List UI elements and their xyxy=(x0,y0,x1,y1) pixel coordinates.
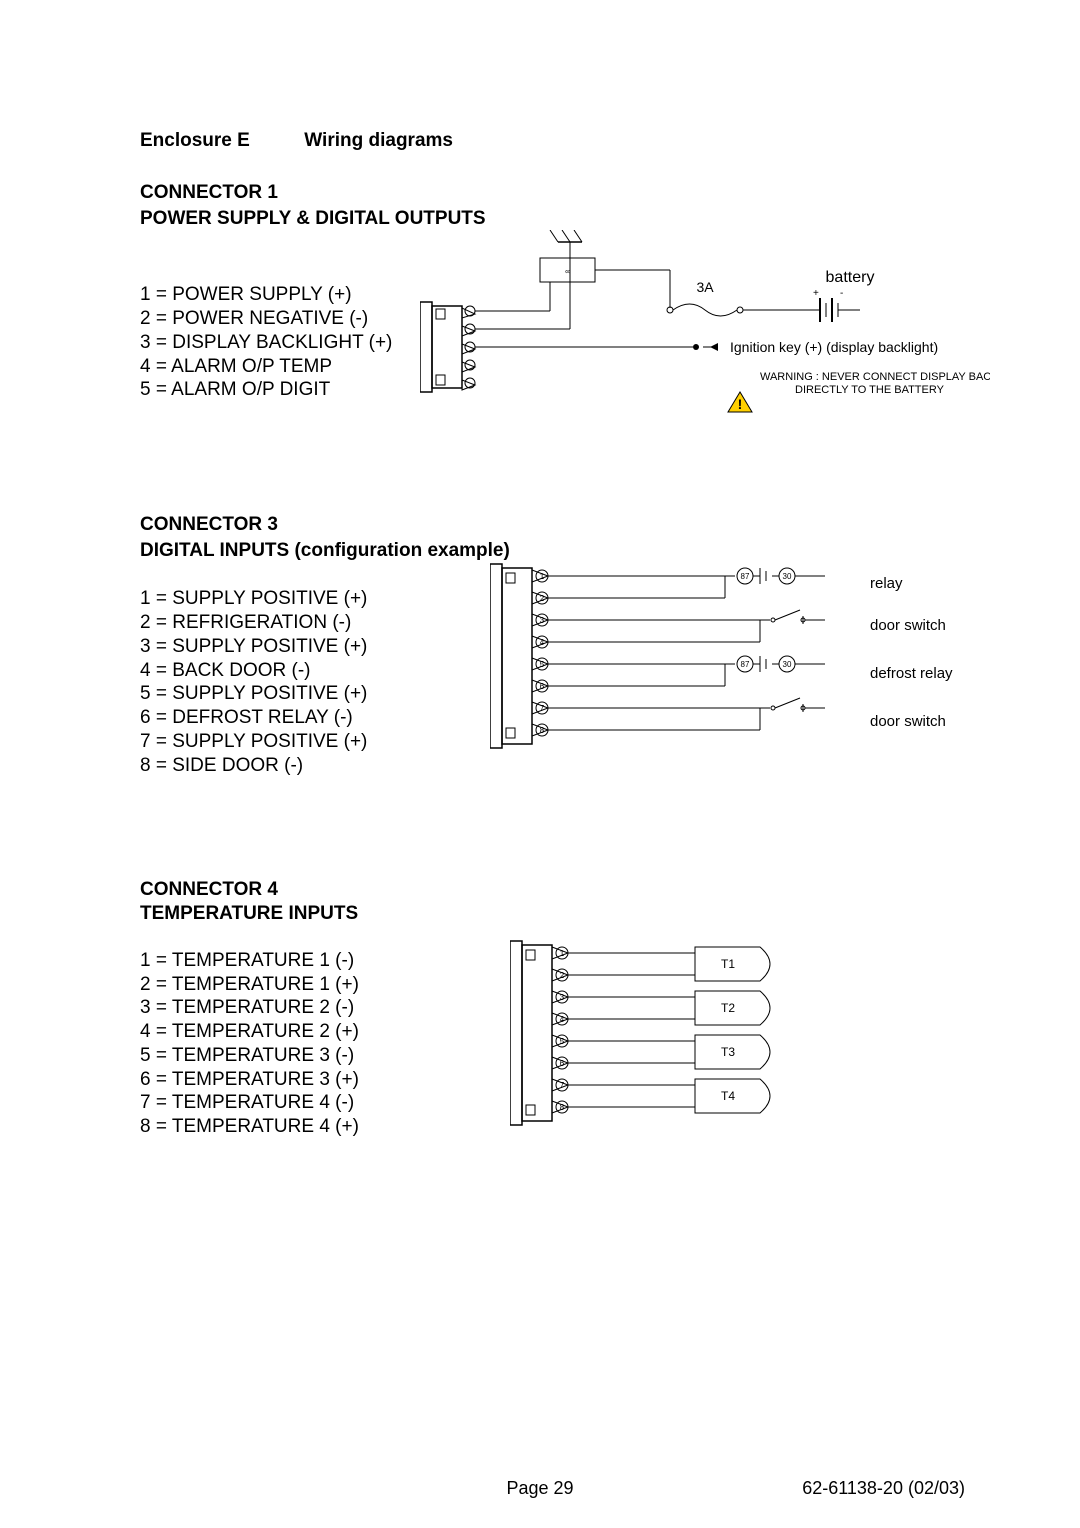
section-connector-4: CONNECTOR 4 TEMPERATURE INPUTS 1 = TEMPE… xyxy=(140,877,970,1139)
fuse-label: 3A xyxy=(696,279,714,295)
plus-sign: + xyxy=(813,288,819,299)
door-switch-label: door switch xyxy=(870,617,946,634)
door-switch-label-2: door switch xyxy=(870,713,946,730)
defrost-relay-icon: 87 30 xyxy=(737,656,795,672)
battery-label: battery xyxy=(826,269,875,286)
svg-text:30: 30 xyxy=(783,660,792,669)
svg-text:87: 87 xyxy=(741,660,750,669)
door-switch-icon xyxy=(771,610,805,624)
relay-icon: 87 30 xyxy=(737,568,795,584)
heading-row: Enclosure E Wiring diagrams xyxy=(140,130,970,152)
enclosure-label: Enclosure E xyxy=(140,130,250,152)
section-connector-3: CONNECTOR 3 DIGITAL INPUTS (configuratio… xyxy=(140,512,970,777)
defrost-relay-label: defrost relay xyxy=(870,665,953,682)
connector-pins-icon: 1 2 3 4 5 6 7 8 xyxy=(552,947,568,1113)
connector1-title1: CONNECTOR 1 xyxy=(140,180,970,206)
connector3-title1: CONNECTOR 3 xyxy=(140,512,970,538)
warning-icon: ! xyxy=(728,392,752,412)
connector3-diagram: 1 2 3 4 5 6 7 8 87 30 relay xyxy=(490,558,970,768)
section-connector-1: CONNECTOR 1 POWER SUPPLY & DIGITAL OUTPU… xyxy=(140,180,970,402)
warning-line1: WARNING : NEVER CONNECT DISPLAY BACKLIGH… xyxy=(760,371,990,383)
ground-icon xyxy=(550,230,582,242)
connector4-title1: CONNECTOR 4 xyxy=(140,877,970,903)
door-switch-icon xyxy=(771,698,805,712)
t2-label: T2 xyxy=(721,1001,735,1015)
connector-pins-icon xyxy=(462,306,475,390)
svg-text:87: 87 xyxy=(741,572,750,581)
connector4-title2: TEMPERATURE INPUTS xyxy=(140,903,970,925)
section-title: Wiring diagrams xyxy=(304,130,453,152)
t4-label: T4 xyxy=(721,1089,735,1103)
connector1-title2: POWER SUPPLY & DIGITAL OUTPUTS xyxy=(140,206,970,232)
connector1-diagram: ∞ 3A + - battery xyxy=(420,230,990,430)
relay-label: relay xyxy=(870,575,903,592)
t1-label: T1 xyxy=(721,957,735,971)
svg-text:!: ! xyxy=(738,396,743,412)
svg-text:30: 30 xyxy=(783,572,792,581)
battery-icon: + - xyxy=(813,288,843,322)
t3-label: T3 xyxy=(721,1045,735,1059)
doc-id: 62-61138-20 (02/03) xyxy=(802,1478,965,1499)
connector-pins-icon: 1 2 3 4 5 6 7 8 xyxy=(532,570,548,736)
minus-sign: - xyxy=(840,288,843,299)
ignition-label: Ignition key (+) (display backlight) xyxy=(730,339,938,355)
connector4-diagram: 1 2 3 4 5 6 7 8 T1 T2 T3 T4 xyxy=(510,937,850,1142)
warning-line2: DIRECTLY TO THE BATTERY xyxy=(795,384,945,396)
page-number: Page 29 xyxy=(506,1478,573,1499)
